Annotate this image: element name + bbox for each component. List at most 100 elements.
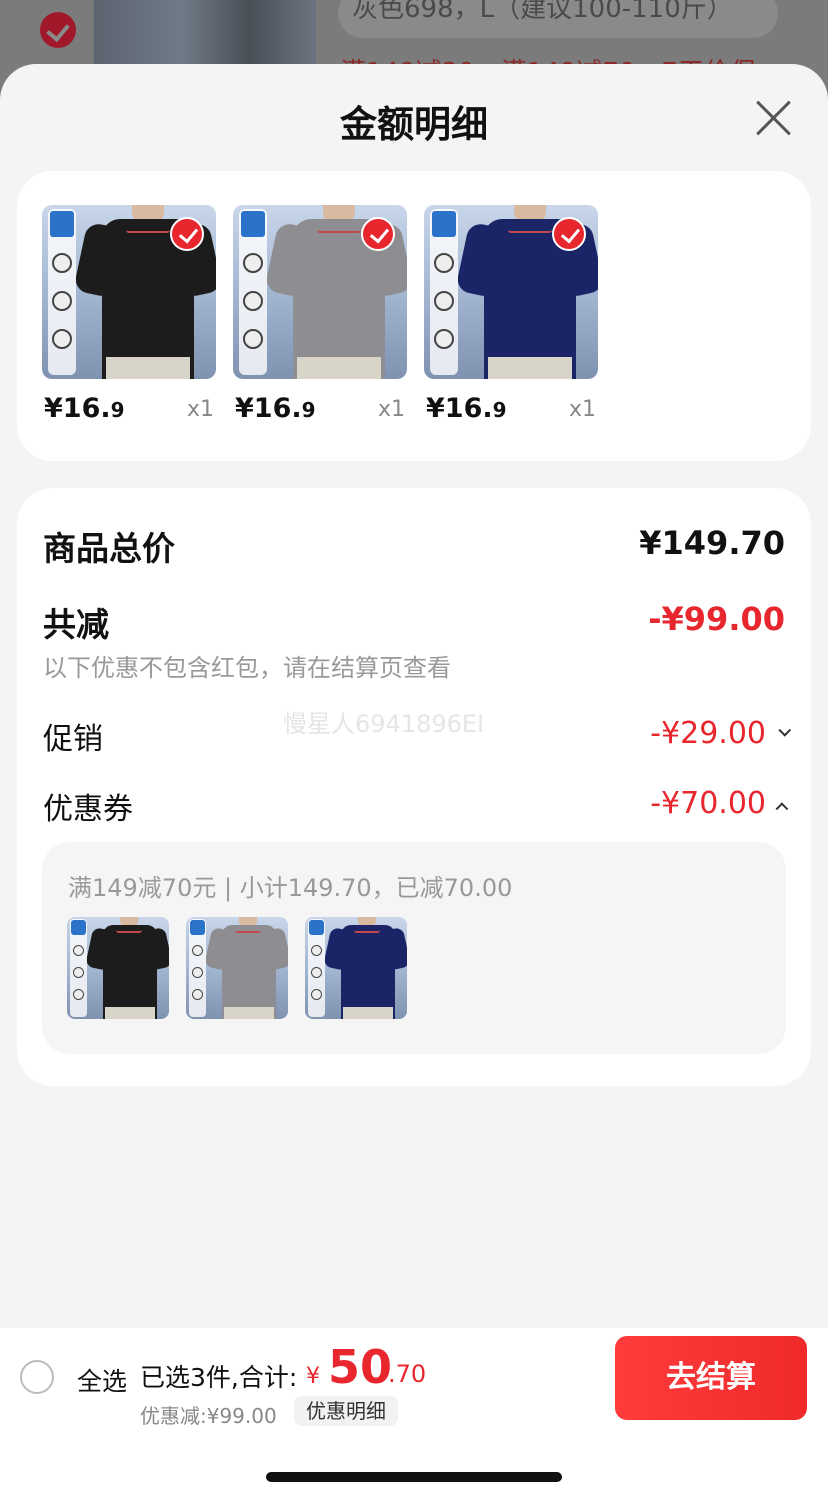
shirt-graphic [85,917,169,1019]
coupon-product-thumbnail [67,917,169,1019]
feature-icon [52,329,72,349]
brand-logo-icon [190,920,205,935]
collar [508,219,552,233]
price-detail-card: 商品总价 ¥149.70 共减 -¥99.00 以下优惠不包含红包，请在结算页查… [17,488,811,1086]
feature-icon [52,253,72,273]
brand-logo-icon [50,211,74,237]
shirt-graphic [323,917,407,1019]
feature-icon [192,945,203,956]
product-quantity: x1 [568,397,596,422]
pants [488,357,572,379]
shirt-body [222,925,276,1019]
coupon-value: -¥70.00 [650,786,766,821]
feature-icon [434,329,454,349]
feature-badges [430,209,458,375]
feature-icon [434,253,454,273]
brand-logo-icon [309,920,324,935]
collar [116,925,142,933]
amount-detail-sheet: 金额明细 ¥16.9 x1 ¥16.9 x1 ¥16.9 x1 商品总价 ¥14… [0,64,828,1500]
selection-summary: 已选3件,合计: [140,1363,298,1392]
total-price-label: 商品总价 [43,529,175,568]
feature-icon [311,967,322,978]
discount-summary: 优惠减:¥99.00 [140,1404,277,1428]
feature-icon [243,291,263,311]
feature-icon [243,253,263,273]
product-price: ¥16.9 [235,393,316,424]
total-reduce-label: 共减 [43,605,109,644]
chevron-down-icon [778,723,792,737]
product-quantity: x1 [377,397,405,422]
total-price-value: ¥149.70 [639,524,785,562]
product-item[interactable]: ¥16.9 x1 [42,205,216,424]
watermark: 慢星人6941896EI [283,710,485,738]
collar [317,219,361,233]
select-all-radio[interactable] [20,1360,54,1394]
sheet-title: 金额明细 [340,103,488,146]
product-quantity: x1 [186,397,214,422]
discount-note: 以下优惠不包含红包，请在结算页查看 [43,654,451,682]
brand-logo-icon [432,211,456,237]
select-all-label[interactable]: 全选 [77,1362,127,1398]
total-currency: ¥ [306,1364,320,1389]
product-item[interactable]: ¥16.9 x1 [424,205,598,424]
collar [354,925,380,933]
promotion-label: 促销 [43,722,103,757]
bg-sku-selector: 灰色698，L（建议100-110斤） [338,0,778,38]
pants [106,357,190,379]
pants [105,1007,155,1019]
brand-logo-icon [71,920,86,935]
selected-check-icon[interactable] [361,217,395,251]
feature-badges [239,209,267,375]
collar [235,925,261,933]
feature-icon [73,945,84,956]
coupon-toggle[interactable]: -¥70.00 [650,786,789,821]
promotion-value: -¥29.00 [650,716,766,751]
selected-products-card: ¥16.9 x1 ¥16.9 x1 ¥16.9 x1 [17,171,811,461]
shirt-graphic [204,917,288,1019]
selected-check-icon[interactable] [552,217,586,251]
bg-product-thumbnail [94,0,316,70]
feature-icon [73,989,84,1000]
feature-badges [308,919,325,1017]
discount-detail-button[interactable]: 优惠明细 [294,1396,398,1426]
selected-check-icon[interactable] [170,217,204,251]
shirt-body [341,925,395,1019]
feature-badges [189,919,206,1017]
product-image [233,205,407,379]
coupon-label: 优惠券 [43,792,133,827]
feature-icon [311,989,322,1000]
product-image [424,205,598,379]
product-image [42,205,216,379]
feature-icon [311,945,322,956]
total-reduce-value: -¥99.00 [648,600,785,638]
product-price: ¥16.9 [426,393,507,424]
total-amount-decimal: .70 [388,1360,427,1388]
shirt-body [103,925,157,1019]
feature-badges [70,919,87,1017]
chevron-up-icon [775,802,789,816]
bg-selected-check-icon [40,12,76,48]
feature-icon [192,967,203,978]
pants [224,1007,274,1019]
feature-badges [48,209,76,375]
close-icon[interactable] [754,98,794,138]
feature-icon [52,291,72,311]
pants [343,1007,393,1019]
brand-logo-icon [241,211,265,237]
product-price: ¥16.9 [44,393,125,424]
feature-icon [243,329,263,349]
feature-icon [73,967,84,978]
feature-icon [434,291,454,311]
promotion-toggle[interactable]: -¥29.00 [650,716,792,751]
coupon-product-thumbnail [305,917,407,1019]
total-amount-integer: 50 [328,1340,393,1394]
coupon-description: 满149减70元 | 小计149.70，已减70.00 [68,874,513,902]
checkout-button[interactable]: 去结算 [615,1336,807,1420]
checkout-bar: 全选 已选3件,合计: ¥ 50 .70 优惠减:¥99.00 优惠明细 去结算 [0,1328,828,1500]
home-indicator[interactable] [266,1472,562,1482]
feature-icon [192,989,203,1000]
pants [297,357,381,379]
coupon-detail-box: 满149减70元 | 小计149.70，已减70.00 [42,842,786,1054]
collar [126,219,170,233]
product-item[interactable]: ¥16.9 x1 [233,205,407,424]
